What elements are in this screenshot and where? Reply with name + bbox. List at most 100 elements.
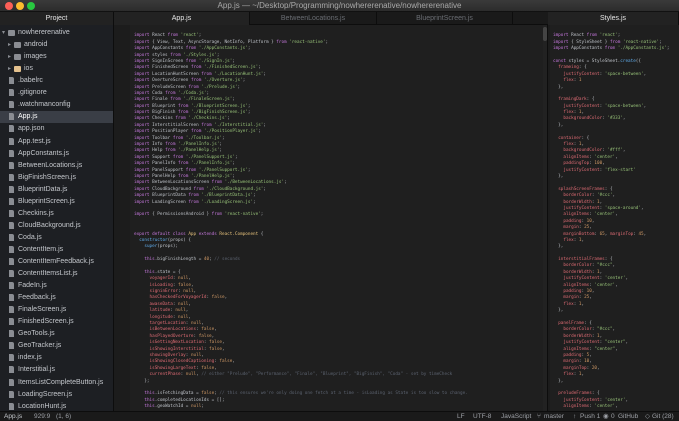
github-icon: ◉	[603, 413, 609, 420]
tree-item[interactable]: .gitignore	[0, 87, 113, 99]
tree-item[interactable]: ContentItemFeedback.js	[0, 256, 113, 268]
tab-blueprint-screen[interactable]: BlueprintScreen.js	[377, 12, 513, 25]
tree-item[interactable]: BetweenLocations.js	[0, 160, 113, 172]
tree-item[interactable]: BlueprintScreen.js	[0, 196, 113, 208]
tree-item[interactable]: FinaleScreen.js	[0, 304, 113, 316]
tab-styles-js[interactable]: Styles.js	[548, 12, 679, 25]
status-push[interactable]: Push 1	[580, 412, 600, 421]
tree-item-label: app.json	[18, 125, 45, 133]
tree-item[interactable]: ContentItem.js	[0, 244, 113, 256]
tree-item-label: Coda.js	[18, 233, 42, 241]
tree-item-label: FinishedScreen.js	[18, 318, 74, 326]
tree-item[interactable]: FadeIn.js	[0, 280, 113, 292]
tab-project[interactable]: Project	[0, 12, 114, 25]
tree-item[interactable]: BlueprintData.js	[0, 184, 113, 196]
tree-item-label: Feedback.js	[18, 294, 56, 302]
editor-scrollbar[interactable]	[543, 25, 547, 411]
tree-item[interactable]: App.js	[0, 111, 113, 124]
tree-item-label: ItemsListCompleteButton.js	[18, 378, 104, 386]
file-icon	[9, 306, 14, 314]
file-icon	[9, 161, 14, 169]
tree-root-folder[interactable]: ▾ nowhererenative	[0, 27, 113, 39]
tab-bar: Project App.js BetweenLocations.js Bluep…	[0, 12, 679, 25]
tree-item-label: LoadingScreen.js	[18, 390, 73, 398]
tree-item[interactable]: Coda.js	[0, 232, 113, 244]
file-icon	[9, 270, 14, 277]
scrollbar-thumb[interactable]	[543, 27, 547, 41]
editor-styles-js[interactable]: import React from 'react'; import { Style…	[548, 25, 679, 411]
tree-item[interactable]: GeoTools.js	[0, 328, 113, 340]
tree-item[interactable]: Interstitial.js	[0, 364, 113, 376]
status-git[interactable]: Git (28)	[652, 412, 674, 421]
status-line-ending[interactable]: LF	[457, 412, 465, 421]
tree-item[interactable]: ContentItemsList.js	[0, 268, 113, 280]
tree-item-label: BlueprintScreen.js	[18, 197, 75, 205]
tree-item[interactable]: BigFinishScreen.js	[0, 172, 113, 184]
tree-item-label: LocationHunt.js	[18, 402, 67, 410]
tree-item-label: App.js	[18, 113, 38, 121]
tree-item[interactable]: LoadingScreen.js	[0, 389, 113, 401]
tree-item[interactable]: Checkins.js	[0, 208, 113, 220]
file-icon	[9, 282, 14, 290]
line-number-gutter	[114, 25, 130, 411]
status-branch[interactable]: master	[544, 412, 564, 421]
code-app-js[interactable]: import React from 'react'; import { View,…	[134, 27, 468, 411]
tree-item[interactable]: ▸ ios	[0, 63, 113, 75]
file-icon	[9, 125, 14, 133]
tree-item[interactable]: .babelrc	[0, 75, 113, 87]
file-icon	[9, 221, 14, 229]
tree-item[interactable]: AppConstants.js	[0, 148, 113, 160]
tree-item-label: android	[24, 41, 48, 49]
file-icon	[9, 89, 14, 97]
status-encoding[interactable]: UTF-8	[473, 412, 491, 421]
tree-item[interactable]: ▸ android	[0, 39, 113, 51]
git-diff-icon: ◇	[645, 413, 650, 420]
file-icon	[9, 318, 14, 326]
tree-item[interactable]: ItemsListCompleteButton.js	[0, 377, 113, 389]
status-github[interactable]: GitHub	[618, 412, 638, 421]
tree-item-label: FinaleScreen.js	[18, 306, 67, 314]
file-icon	[9, 137, 14, 145]
tree-item[interactable]: App.test.js	[0, 136, 113, 148]
tree-item[interactable]: index.js	[0, 352, 113, 364]
tab-app-js[interactable]: App.js	[114, 12, 250, 25]
chevron-right-icon: ▸	[8, 42, 12, 49]
file-icon	[9, 366, 14, 374]
tree-item[interactable]: FinishedScreen.js	[0, 316, 113, 328]
tree-item[interactable]: ▸ images	[0, 51, 113, 63]
status-selection: (1, 6)	[56, 413, 72, 420]
line-number-gutter	[548, 25, 550, 411]
tree-item[interactable]: LocationHunt.js	[0, 401, 113, 411]
editor-app-js[interactable]: import React from 'react'; import { View,…	[114, 25, 548, 411]
file-icon	[9, 402, 14, 410]
chevron-down-icon: ▾	[2, 30, 6, 36]
status-grammar[interactable]: JavaScript	[501, 412, 531, 421]
code-styles-js[interactable]: import React from 'react'; import { Style…	[553, 27, 669, 411]
status-file[interactable]: App.js	[4, 412, 22, 421]
tree-item-label: ios	[24, 65, 33, 73]
tree-item-label: FadeIn.js	[18, 282, 47, 290]
window-title: App.js — ~/Desktop/Programming/nowherere…	[217, 1, 462, 10]
tree-item-label: .watchmanconfig	[18, 101, 71, 109]
tree-item-label: BigFinishScreen.js	[18, 173, 76, 181]
tree-item-label: images	[24, 53, 47, 61]
tree-item[interactable]: Feedback.js	[0, 292, 113, 304]
tree-item[interactable]: app.json	[0, 123, 113, 135]
file-icon	[9, 101, 14, 109]
tree-item[interactable]: .watchmanconfig	[0, 99, 113, 111]
git-branch-icon: ⑂	[537, 413, 541, 420]
chevron-right-icon: ▸	[8, 66, 12, 73]
tab-between-locations[interactable]: BetweenLocations.js	[250, 12, 377, 25]
status-cursor[interactable]: 929:9	[34, 412, 50, 421]
tree-item[interactable]: CloudBackground.js	[0, 220, 113, 232]
file-icon	[9, 330, 14, 338]
tree-item[interactable]: GeoTracker.js	[0, 340, 113, 352]
tree-item-label: .gitignore	[18, 89, 47, 97]
folder-icon	[14, 66, 21, 73]
file-icon	[9, 149, 14, 157]
tree-item-label: BlueprintData.js	[18, 185, 68, 193]
tree-item-label: ContentItem.js	[18, 245, 64, 253]
file-icon	[9, 197, 14, 205]
file-icon	[9, 77, 14, 85]
tree-item-label: Interstitial.js	[18, 366, 55, 374]
